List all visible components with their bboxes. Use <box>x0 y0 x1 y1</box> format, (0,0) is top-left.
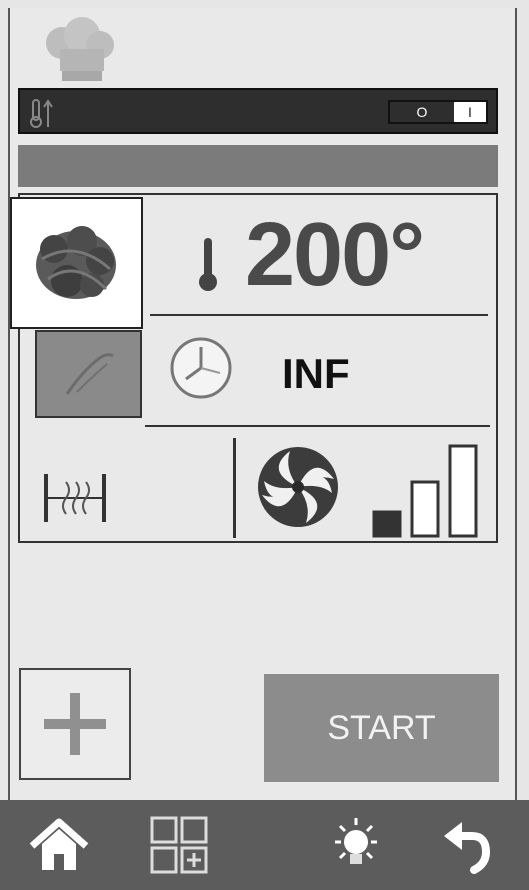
clock-icon <box>168 335 234 401</box>
thermometer-arrows-icon <box>28 97 58 129</box>
chef-hat-icon[interactable] <box>40 15 120 85</box>
toggle-off-label: O <box>390 102 454 122</box>
food-tile[interactable] <box>10 197 143 329</box>
mode-bar: O I <box>18 88 498 134</box>
toggle-on-label: I <box>468 104 472 120</box>
power-toggle[interactable]: O I <box>388 100 488 124</box>
add-program-icon[interactable] <box>148 814 210 876</box>
thermometer-icon <box>193 234 223 294</box>
status-band <box>18 145 498 187</box>
start-button[interactable]: START <box>264 674 499 782</box>
plus-icon <box>44 693 106 755</box>
add-button[interactable] <box>19 668 131 780</box>
home-icon[interactable] <box>28 814 90 876</box>
bottom-nav <box>0 800 529 890</box>
light-bulb-icon[interactable] <box>325 814 387 876</box>
steam-tile[interactable] <box>35 330 142 418</box>
back-arrow-icon[interactable] <box>436 814 498 876</box>
fan-level-bar <box>448 444 478 538</box>
time-value[interactable]: INF <box>282 350 350 398</box>
temperature-value[interactable]: 200° <box>245 210 425 300</box>
divider <box>150 314 488 316</box>
divider <box>145 425 490 427</box>
fan-level-bar <box>372 510 402 538</box>
steam-icon <box>65 353 114 395</box>
fan-level-bar <box>410 480 440 538</box>
fan-icon[interactable] <box>254 443 342 531</box>
divider <box>233 438 236 538</box>
fan-speed-indicator[interactable] <box>366 440 484 540</box>
roast-food-icon <box>36 226 116 299</box>
rack-icon[interactable] <box>40 468 110 528</box>
